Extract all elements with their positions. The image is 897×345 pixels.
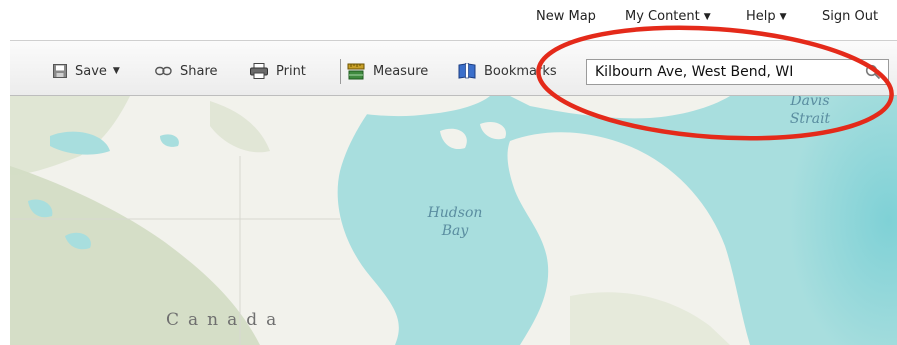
help-menu[interactable]: Help ▼ xyxy=(746,9,787,24)
chevron-down-icon: ▼ xyxy=(779,12,787,22)
canada-label: Canada xyxy=(166,310,286,330)
bookmarks-label: Bookmarks xyxy=(484,63,557,79)
save-button[interactable]: Save ▼ xyxy=(53,61,120,81)
measure-button[interactable]: Measure xyxy=(347,61,428,81)
measure-label: Measure xyxy=(373,63,429,79)
share-label: Share xyxy=(180,63,218,79)
chevron-down-icon: ▼ xyxy=(112,66,120,76)
search-box xyxy=(586,59,889,85)
search-input[interactable] xyxy=(587,60,865,84)
new-map-link[interactable]: New Map xyxy=(536,9,596,24)
hudson-bay-label-line1: Hudson xyxy=(427,205,483,221)
map-toolbar: Save ▼ Share Print Measure Bookmarks Kil… xyxy=(10,40,897,96)
davis-strait-label-line1: Davis xyxy=(790,96,830,109)
link-icon xyxy=(155,66,172,76)
hudson-bay-label: Hudson Bay xyxy=(420,204,490,240)
map-view[interactable]: Hudson Bay Davis Strait Canada xyxy=(10,96,897,345)
printer-icon xyxy=(250,63,268,79)
bookmark-icon xyxy=(458,63,476,79)
print-label: Print xyxy=(276,63,306,79)
save-label: Save xyxy=(75,63,107,79)
my-content-menu[interactable]: My Content ▼ xyxy=(625,9,711,24)
floppy-disk-icon xyxy=(53,64,67,78)
measure-icon xyxy=(347,63,365,80)
hudson-bay-label-line2: Bay xyxy=(441,223,469,239)
bookmarks-button[interactable]: Bookmarks xyxy=(458,61,557,81)
print-button[interactable]: Print xyxy=(250,61,306,81)
davis-strait-label-line2: Strait xyxy=(789,111,831,127)
share-button[interactable]: Share xyxy=(155,61,218,81)
help-label: Help xyxy=(746,9,776,24)
toolbar-divider xyxy=(340,59,341,84)
chevron-down-icon: ▼ xyxy=(703,12,711,22)
search-icon[interactable] xyxy=(865,64,881,80)
my-content-label: My Content xyxy=(625,9,700,24)
sign-out-link[interactable]: Sign Out xyxy=(822,9,878,24)
top-navigation: New Map My Content ▼ Help ▼ Sign Out xyxy=(0,0,897,38)
davis-strait-label: Davis Strait xyxy=(780,96,840,128)
